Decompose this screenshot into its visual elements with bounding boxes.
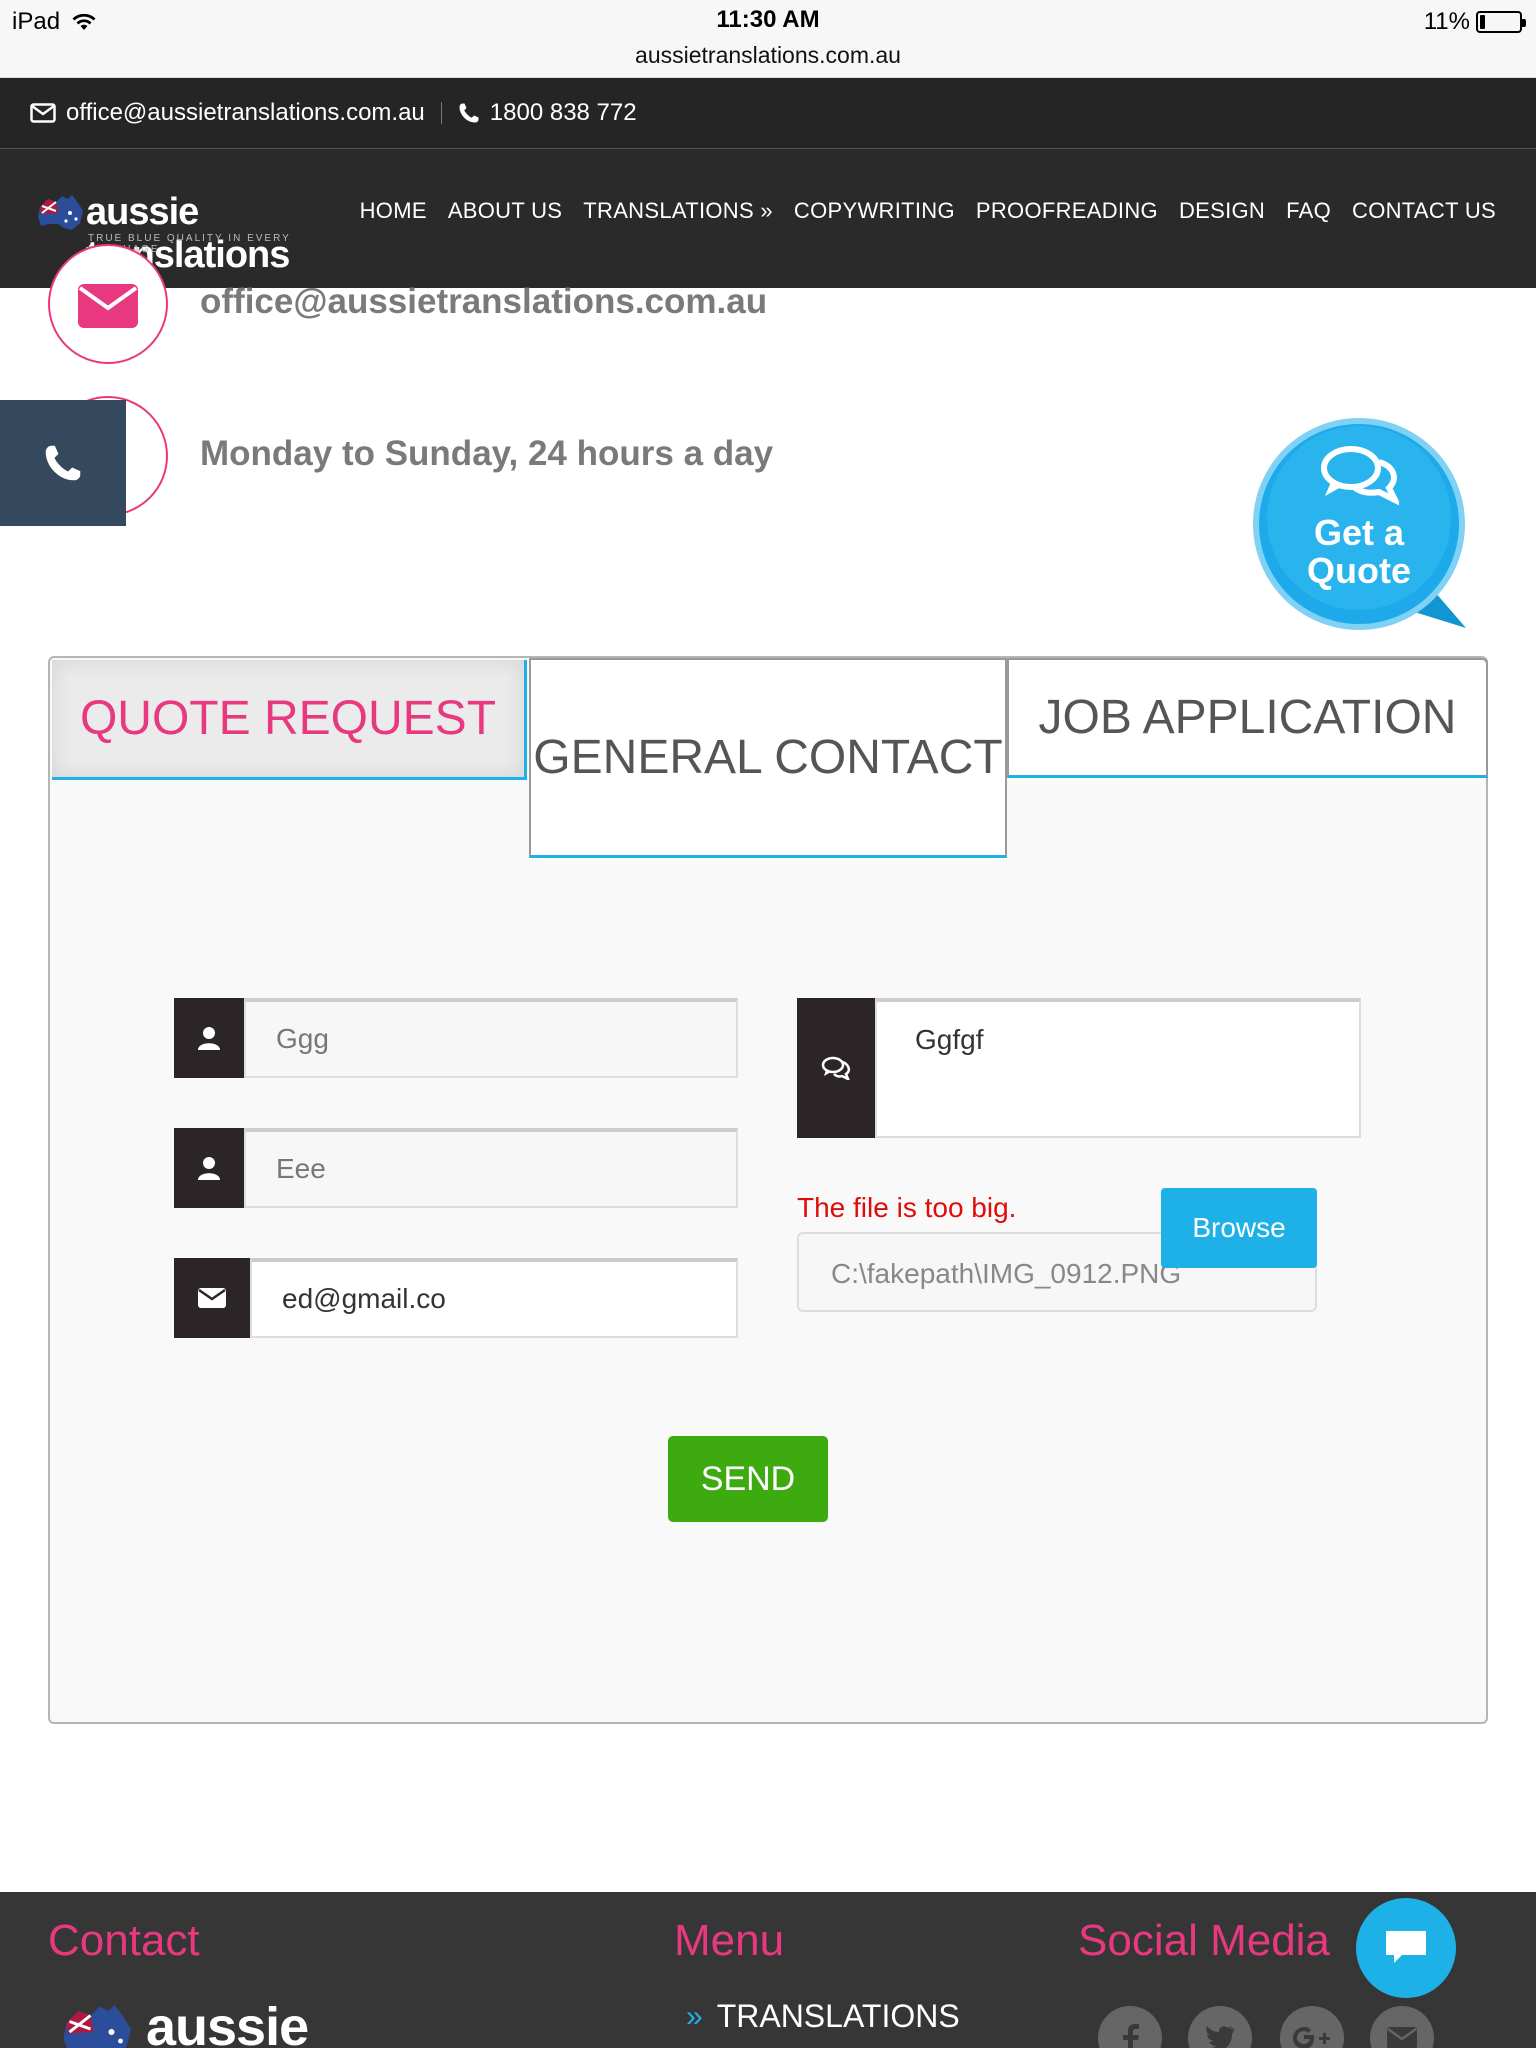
topbar-phone-text: 1800 838 772 bbox=[489, 99, 637, 126]
name-input[interactable] bbox=[244, 998, 738, 1078]
battery-level bbox=[1480, 15, 1485, 29]
status-time: 11:30 AM bbox=[716, 6, 820, 33]
main-navbar: aussie translations TRUE BLUE QUALITY IN… bbox=[0, 148, 1536, 288]
message-textarea[interactable]: Ggfgf bbox=[875, 998, 1361, 1138]
surname-field bbox=[174, 1128, 738, 1208]
nav-item-proofreading[interactable]: PROOFREADING bbox=[976, 198, 1158, 224]
email-info-circle bbox=[48, 244, 168, 364]
contact-hours-text: Monday to Sunday, 24 hours a day bbox=[200, 434, 774, 473]
battery-icon bbox=[1476, 11, 1526, 33]
envelope-icon bbox=[174, 1258, 250, 1338]
name-field bbox=[174, 998, 738, 1078]
footer-contact-heading: Contact bbox=[48, 1916, 200, 1965]
twitter-icon[interactable] bbox=[1188, 2006, 1252, 2048]
live-chat-button[interactable] bbox=[1356, 1898, 1456, 1998]
nav-item-faq[interactable]: FAQ bbox=[1286, 198, 1331, 224]
file-error-message: The file is too big. bbox=[797, 1192, 1017, 1223]
footer-menu-heading: Menu bbox=[674, 1916, 785, 1965]
send-button[interactable]: SEND bbox=[668, 1436, 828, 1522]
tab-general-contact[interactable]: GENERAL CONTACT bbox=[529, 658, 1007, 858]
nav-item-home[interactable]: HOME bbox=[360, 198, 427, 224]
call-button[interactable] bbox=[0, 400, 126, 526]
get-a-quote-line1: Get a bbox=[1313, 512, 1405, 553]
address-bar-url[interactable]: aussietranslations.com.au bbox=[0, 42, 1536, 69]
footer-menu-item-translations[interactable]: » TRANSLATIONS bbox=[686, 1998, 960, 2035]
tab-quote-request[interactable]: QUOTE REQUEST bbox=[52, 660, 527, 780]
brand-logo[interactable]: aussie translations TRUE BLUE QUALITY IN… bbox=[36, 191, 366, 276]
double-chevron-right-icon: » bbox=[686, 1999, 703, 2033]
nav-item-contact-us[interactable]: CONTACT US bbox=[1352, 198, 1496, 224]
footer-social-heading: Social Media bbox=[1078, 1916, 1330, 1965]
google-plus-icon[interactable] bbox=[1280, 2006, 1344, 2048]
contact-email-text: office@aussietranslations.com.au bbox=[200, 282, 768, 321]
phone-icon bbox=[45, 445, 81, 481]
topbar-email[interactable]: office@aussietranslations.com.au bbox=[30, 99, 425, 127]
surname-input[interactable] bbox=[244, 1128, 738, 1208]
nav-item-copywriting[interactable]: COPYWRITING bbox=[794, 198, 955, 224]
australia-flag-map-icon bbox=[38, 195, 83, 230]
australia-flag-map-icon bbox=[63, 2005, 131, 2048]
topbar-email-text: office@aussietranslations.com.au bbox=[66, 99, 425, 126]
email-field bbox=[174, 1258, 738, 1338]
battery-percent: 11% bbox=[1423, 8, 1470, 35]
footer-brand-logo[interactable]: aussie translations bbox=[56, 1997, 616, 2048]
get-a-quote-button[interactable]: Get a Quote bbox=[1248, 414, 1470, 632]
top-contact-bar: office@aussietranslations.com.au 1800 83… bbox=[0, 78, 1536, 148]
footer-brand-name: aussie translations bbox=[146, 1997, 309, 2048]
site-footer: Contact Menu Social Media aussie transla… bbox=[0, 1892, 1536, 2048]
topbar-divider bbox=[440, 102, 442, 124]
message-field: Ggfgf bbox=[797, 998, 1361, 1138]
nav-item-design[interactable]: DESIGN bbox=[1179, 198, 1265, 224]
envelope-icon bbox=[78, 284, 138, 328]
chat-icon bbox=[1386, 1931, 1426, 1963]
nav-item-translations[interactable]: TRANSLATIONS » bbox=[583, 198, 773, 224]
browse-button[interactable]: Browse bbox=[1161, 1188, 1317, 1268]
comments-icon bbox=[797, 998, 875, 1138]
get-a-quote-line2: Quote bbox=[1307, 550, 1411, 591]
phone-icon bbox=[459, 103, 479, 123]
footer-menu-item-label: TRANSLATIONS bbox=[716, 1998, 960, 2034]
chat-bubbles-icon bbox=[1321, 446, 1399, 506]
topbar-phone[interactable]: 1800 838 772 bbox=[458, 99, 637, 127]
get-a-quote-label: Get a Quote bbox=[1248, 514, 1470, 590]
facebook-icon[interactable] bbox=[1098, 2006, 1162, 2048]
tab-job-application[interactable]: JOB APPLICATION bbox=[1007, 658, 1488, 778]
envelope-icon bbox=[30, 103, 56, 123]
email-social-icon[interactable] bbox=[1370, 2006, 1434, 2048]
nav-item-about-us[interactable]: ABOUT US bbox=[448, 198, 562, 224]
ios-status-bar: iPad 11:30 AM aussietranslations.com.au … bbox=[0, 0, 1536, 78]
user-icon bbox=[174, 998, 244, 1078]
user-icon bbox=[174, 1128, 244, 1208]
nav-menu: HOME ABOUT US TRANSLATIONS » COPYWRITING… bbox=[360, 149, 1496, 273]
email-input[interactable] bbox=[250, 1258, 738, 1338]
status-right: 11% bbox=[1423, 8, 1526, 36]
